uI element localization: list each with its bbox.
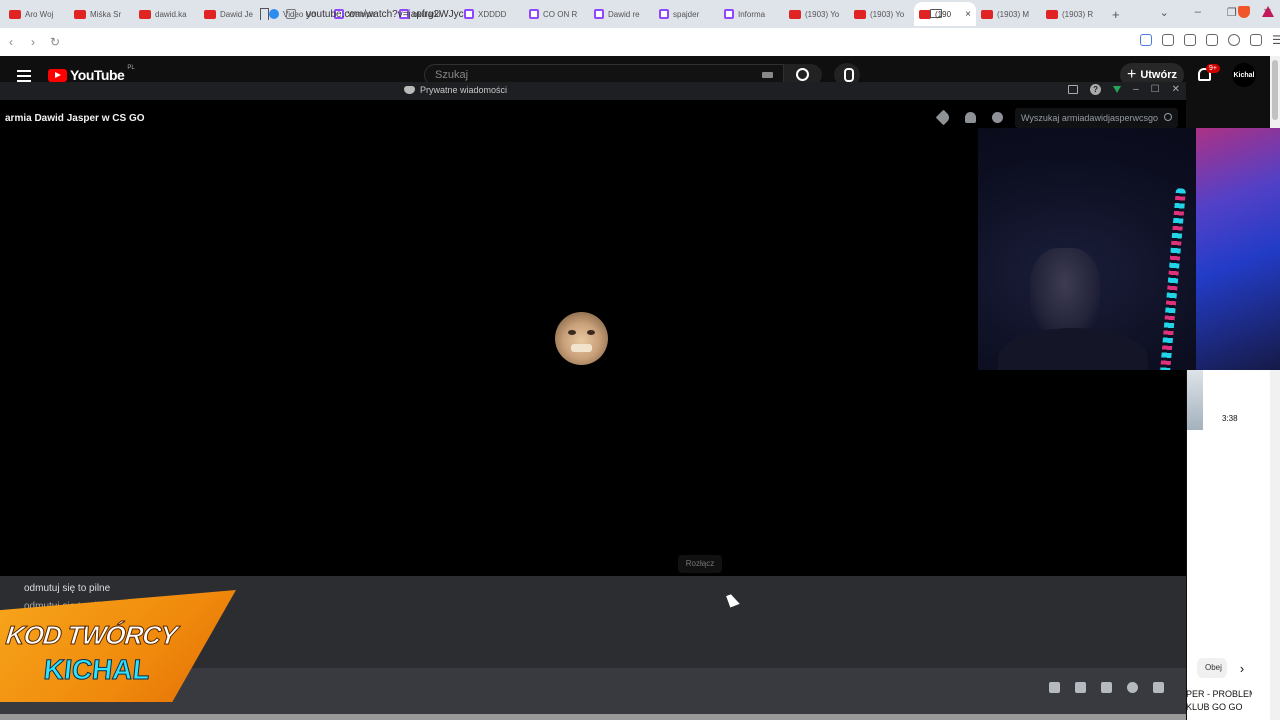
discord-close-button[interactable]: ✕ (1172, 84, 1180, 95)
input-icons (1049, 682, 1164, 693)
pin-icon[interactable] (935, 109, 952, 126)
extensions-icon[interactable] (1162, 34, 1174, 46)
creator-code-name: KICHAL (42, 654, 152, 686)
apps-icon[interactable] (1153, 682, 1164, 693)
tab-search-icon[interactable]: ⌄ (1160, 6, 1169, 19)
browser-tab[interactable]: Aro Woj (4, 2, 69, 26)
channel-header-icons (935, 109, 1003, 126)
leo-ai-icon[interactable] (1228, 34, 1240, 46)
discord-search-placeholder: Wyszukaj armiadawidjasperwcsgo (1021, 113, 1158, 123)
country-code: PL (127, 65, 135, 71)
bookmark-icon[interactable] (260, 8, 269, 20)
url-field[interactable]: youtube.com/watch?v=japfrg2WJyc (278, 3, 1000, 25)
youtube-logo-text: YouTube (70, 67, 125, 83)
filter-chip[interactable]: Obej (1197, 658, 1227, 678)
discord-maximize-button[interactable]: ☐ (1151, 84, 1160, 95)
browser-tab[interactable]: (1903) R (1041, 2, 1106, 26)
youtube-icon (1046, 9, 1058, 19)
forward-icon[interactable]: › (22, 35, 44, 49)
tab-label: (1903) R (1062, 9, 1094, 19)
discord-window-controls: ? – ☐ ✕ (1068, 84, 1180, 95)
discord-window-title: Prywatne wiadomości (420, 85, 508, 95)
browser-tab[interactable]: dawid.ka (134, 2, 199, 26)
chevron-right-icon[interactable]: › (1232, 660, 1252, 678)
youtube-icon (74, 9, 86, 19)
tab-label: Aro Woj (25, 9, 54, 19)
add-friends-icon[interactable] (965, 112, 976, 123)
toolbar-right-icons: ☰ (1140, 34, 1280, 46)
video-thumbnail[interactable] (1187, 368, 1203, 430)
plus-icon: + (1126, 66, 1137, 83)
sticker-icon[interactable] (1101, 682, 1112, 693)
new-tab-button[interactable]: + (1112, 7, 1120, 22)
brave-shields-icon[interactable] (1238, 6, 1250, 18)
address-bar: ‹ › ↻ (0, 28, 1280, 56)
threads-icon[interactable] (992, 112, 1003, 123)
menu-icon[interactable]: ☰ (1272, 34, 1280, 46)
minimize-button[interactable]: – (1195, 6, 1201, 19)
call-participant-avatar[interactable] (555, 312, 608, 365)
creator-code-title: KOD TWÓRCY (4, 620, 179, 651)
creator-code-overlay: KOD TWÓRCY KICHAL (0, 590, 236, 702)
emoji-icon[interactable] (1127, 682, 1138, 693)
screen: Aro Woj Miśka Sr dawid.ka Dawid Je Video Un W… (0, 0, 1280, 720)
video-duration: 3:38 (1222, 414, 1238, 423)
browser-tab[interactable]: Dawid Je (199, 2, 264, 26)
discord-logo-icon (404, 86, 415, 94)
notifications-badge: 9+ (1206, 64, 1220, 73)
youtube-logo[interactable]: YouTube PL (48, 65, 135, 83)
extensions-bar (1238, 6, 1274, 18)
cast-icon[interactable] (930, 9, 942, 18)
disconnect-tooltip: Rozłącz (678, 555, 722, 573)
video-progress-strip (0, 714, 1186, 720)
keyboard-icon[interactable] (762, 72, 773, 78)
discord-title: Prywatne wiadomości (404, 85, 507, 95)
tab-label: Dawid Je (220, 9, 253, 19)
reload-icon[interactable]: ↻ (44, 35, 66, 49)
url-text: youtube.com/watch?v=japfrg2WJyc (306, 8, 464, 20)
browser-tab[interactable]: Miśka Sr (69, 2, 134, 26)
site-settings-icon[interactable] (286, 9, 296, 19)
account-avatar[interactable]: Kichal (1232, 63, 1256, 87)
search-placeholder: Szukaj (435, 69, 469, 81)
restore-button[interactable]: ❐ (1227, 6, 1237, 19)
translate-icon[interactable] (1140, 34, 1152, 46)
discord-minimize-button[interactable]: – (1133, 84, 1139, 95)
help-icon[interactable]: ? (1090, 84, 1102, 95)
channel-name: armia Dawid Jasper w CS GO (5, 113, 145, 124)
youtube-icon (204, 9, 216, 19)
gif-icon[interactable] (1075, 682, 1086, 693)
wallet-icon[interactable] (1206, 34, 1218, 46)
gift-icon[interactable] (1049, 682, 1060, 693)
tab-label: (1903) M (997, 9, 1030, 19)
brave-rewards-icon[interactable] (1262, 6, 1274, 17)
youtube-play-icon (48, 68, 67, 82)
youtube-icon (9, 9, 21, 19)
tab-label: Miśka Sr (90, 9, 122, 19)
avatar-text: Kichal (1233, 71, 1255, 79)
youtube-icon (139, 9, 151, 19)
discord-search-input[interactable]: Wyszukaj armiadawidjasperwcsgo (1015, 108, 1178, 128)
tab-label: dawid.ka (155, 9, 187, 19)
download-icon[interactable] (1113, 86, 1122, 93)
webcam-overlay (978, 128, 1280, 370)
vpn-icon[interactable] (1250, 34, 1262, 46)
recommended-video-title[interactable]: PER - PROBLEM KLUB GO GO (1186, 688, 1252, 714)
inbox-icon[interactable] (1068, 85, 1079, 94)
create-label: Utwórz (1140, 69, 1177, 81)
back-icon[interactable]: ‹ (0, 35, 22, 49)
discord-title-bar: Prywatne wiadomości ? – ☐ ✕ (0, 82, 1186, 100)
sidebar-icon[interactable] (1184, 34, 1196, 46)
